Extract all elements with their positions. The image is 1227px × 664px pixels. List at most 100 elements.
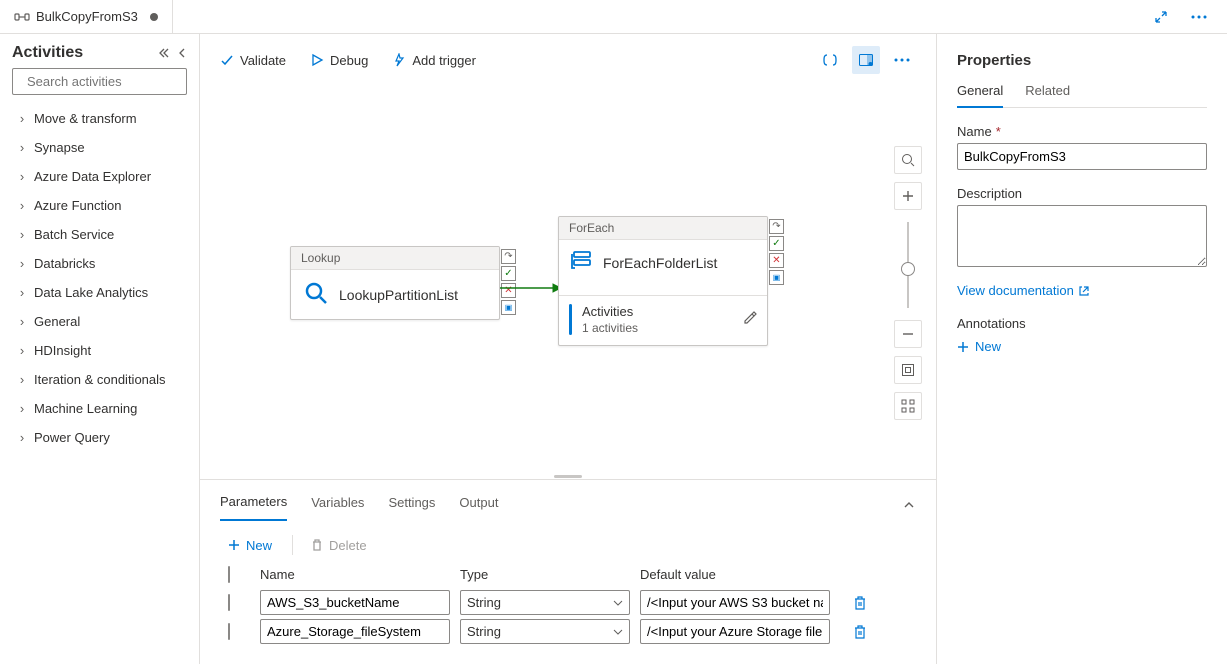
activity-category[interactable]: ›General bbox=[12, 308, 187, 335]
activity-category[interactable]: ›Synapse bbox=[12, 134, 187, 161]
foreach-icon bbox=[571, 250, 593, 275]
node-name: LookupPartitionList bbox=[339, 287, 458, 303]
activities-collapse-button[interactable] bbox=[159, 47, 187, 59]
bottom-collapse-button[interactable] bbox=[902, 498, 916, 512]
activity-category[interactable]: ›Machine Learning bbox=[12, 395, 187, 422]
port-completion[interactable] bbox=[501, 300, 516, 315]
properties-toggle-button[interactable] bbox=[852, 46, 880, 74]
chevron-down-icon bbox=[613, 598, 623, 608]
foreach-node[interactable]: ForEach ForEachFolderList bbox=[558, 216, 768, 346]
accent-bar bbox=[569, 304, 572, 335]
toolbar-more-button[interactable] bbox=[888, 46, 916, 74]
view-documentation-link[interactable]: View documentation bbox=[957, 283, 1207, 298]
editor-toolbar: Validate Debug Add trigger bbox=[200, 34, 936, 86]
add-trigger-button[interactable]: Add trigger bbox=[392, 53, 476, 68]
auto-align-button[interactable] bbox=[894, 392, 922, 420]
node-ports bbox=[769, 219, 784, 285]
param-default-input[interactable] bbox=[640, 590, 830, 615]
debug-button[interactable]: Debug bbox=[310, 53, 368, 68]
table-header: Name Type Default value bbox=[228, 565, 916, 588]
activity-category[interactable]: ›Data Lake Analytics bbox=[12, 279, 187, 306]
bottom-panel: Parameters Variables Settings Output New bbox=[200, 479, 936, 664]
row-checkbox[interactable] bbox=[228, 623, 230, 640]
foreach-activities-panel[interactable]: Activities 1 activities bbox=[559, 295, 767, 345]
col-name: Name bbox=[260, 567, 460, 582]
zoom-thumb[interactable] bbox=[901, 262, 915, 276]
chevron-right-icon: › bbox=[16, 430, 28, 445]
port-fail[interactable] bbox=[769, 253, 784, 268]
activity-category[interactable]: ›Move & transform bbox=[12, 105, 187, 132]
row-checkbox[interactable] bbox=[228, 594, 230, 611]
chevron-down-icon bbox=[613, 627, 623, 637]
activities-search[interactable] bbox=[12, 68, 187, 95]
pipeline-icon bbox=[14, 10, 30, 24]
name-field[interactable] bbox=[957, 143, 1207, 170]
param-type-select[interactable]: String bbox=[460, 619, 630, 644]
port-success[interactable] bbox=[769, 236, 784, 251]
description-field[interactable] bbox=[957, 205, 1207, 267]
edit-icon[interactable] bbox=[743, 311, 757, 328]
annotations-label: Annotations bbox=[957, 316, 1207, 331]
lookup-node[interactable]: Lookup LookupPartitionList bbox=[290, 246, 500, 320]
prop-tab-general[interactable]: General bbox=[957, 83, 1003, 108]
param-name-input[interactable] bbox=[260, 619, 450, 644]
tab-output[interactable]: Output bbox=[459, 489, 498, 520]
param-delete-button[interactable]: Delete bbox=[311, 538, 381, 553]
external-link-icon bbox=[1078, 285, 1090, 297]
properties-title: Properties bbox=[957, 52, 1207, 69]
tab-variables[interactable]: Variables bbox=[311, 489, 364, 520]
prop-tab-related[interactable]: Related bbox=[1025, 83, 1070, 107]
param-default-input[interactable] bbox=[640, 619, 830, 644]
canvas-search-button[interactable] bbox=[894, 146, 922, 174]
more-icon[interactable] bbox=[1185, 3, 1213, 31]
param-type-select[interactable]: String bbox=[460, 590, 630, 615]
inner-activities-label: Activities bbox=[582, 304, 733, 319]
expand-icon[interactable] bbox=[1147, 3, 1175, 31]
table-row: String bbox=[228, 588, 916, 617]
activity-category[interactable]: ›Azure Function bbox=[12, 192, 187, 219]
zoom-slider[interactable] bbox=[907, 222, 909, 308]
chevron-right-icon: › bbox=[16, 198, 28, 213]
col-default: Default value bbox=[640, 567, 840, 582]
activity-category[interactable]: ›Iteration & conditionals bbox=[12, 366, 187, 393]
fit-to-screen-button[interactable] bbox=[894, 356, 922, 384]
annotation-new-button[interactable]: New bbox=[957, 339, 1207, 354]
pipeline-tab[interactable]: BulkCopyFromS3 bbox=[0, 0, 173, 33]
code-view-button[interactable] bbox=[816, 46, 844, 74]
tabbar: BulkCopyFromS3 bbox=[0, 0, 1227, 34]
chevron-right-icon: › bbox=[16, 111, 28, 126]
activities-search-input[interactable] bbox=[25, 73, 205, 90]
description-field-label: Description bbox=[957, 186, 1207, 201]
param-new-button[interactable]: New bbox=[228, 538, 286, 553]
properties-panel: Properties General Related Name* Descrip… bbox=[937, 34, 1227, 664]
table-row: String bbox=[228, 617, 916, 646]
select-all-checkbox[interactable] bbox=[228, 566, 230, 583]
activity-category[interactable]: ›Power Query bbox=[12, 424, 187, 451]
activity-category[interactable]: ›Databricks bbox=[12, 250, 187, 277]
tab-parameters[interactable]: Parameters bbox=[220, 488, 287, 521]
chevron-right-icon: › bbox=[16, 285, 28, 300]
row-delete-button[interactable] bbox=[840, 624, 880, 640]
validate-button[interactable]: Validate bbox=[220, 53, 286, 68]
chevron-right-icon: › bbox=[16, 227, 28, 242]
port-skip[interactable] bbox=[501, 249, 516, 264]
activity-category[interactable]: ›Batch Service bbox=[12, 221, 187, 248]
zoom-out-button[interactable] bbox=[894, 320, 922, 348]
canvas[interactable]: Lookup LookupPartitionList bbox=[200, 86, 936, 475]
activity-category[interactable]: ›HDInsight bbox=[12, 337, 187, 364]
editor-column: Validate Debug Add trigger bbox=[200, 34, 937, 664]
inner-activities-count: 1 activities bbox=[582, 321, 733, 335]
activity-category[interactable]: ›Azure Data Explorer bbox=[12, 163, 187, 190]
tab-settings[interactable]: Settings bbox=[388, 489, 435, 520]
port-skip[interactable] bbox=[769, 219, 784, 234]
parameters-table: Name Type Default value String bbox=[200, 561, 936, 664]
chevron-right-icon: › bbox=[16, 314, 28, 329]
activities-title: Activities bbox=[12, 44, 83, 62]
row-delete-button[interactable] bbox=[840, 595, 880, 611]
lookup-icon bbox=[303, 280, 329, 309]
param-name-input[interactable] bbox=[260, 590, 450, 615]
zoom-in-button[interactable] bbox=[894, 182, 922, 210]
activities-sidebar: Activities ›Move & transform ›Synapse ›A… bbox=[0, 34, 200, 664]
port-completion[interactable] bbox=[769, 270, 784, 285]
node-type-label: Lookup bbox=[291, 247, 499, 270]
